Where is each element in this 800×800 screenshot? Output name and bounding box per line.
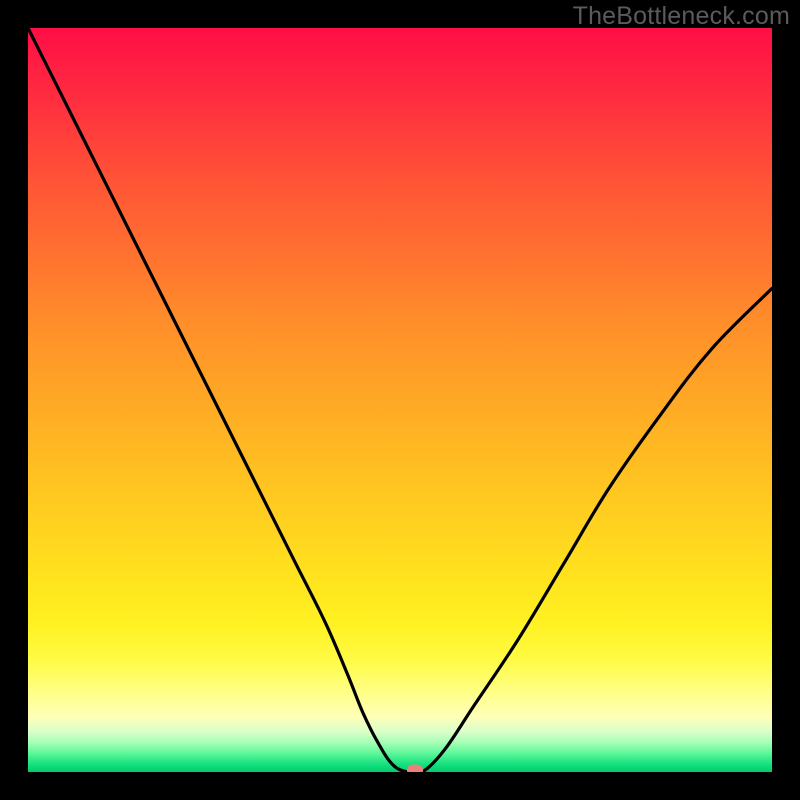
optimum-marker [407, 765, 423, 773]
plot-area [28, 28, 772, 772]
bottleneck-curve [28, 28, 772, 772]
watermark-text: TheBottleneck.com [573, 2, 790, 31]
chart-frame: TheBottleneck.com [0, 0, 800, 800]
